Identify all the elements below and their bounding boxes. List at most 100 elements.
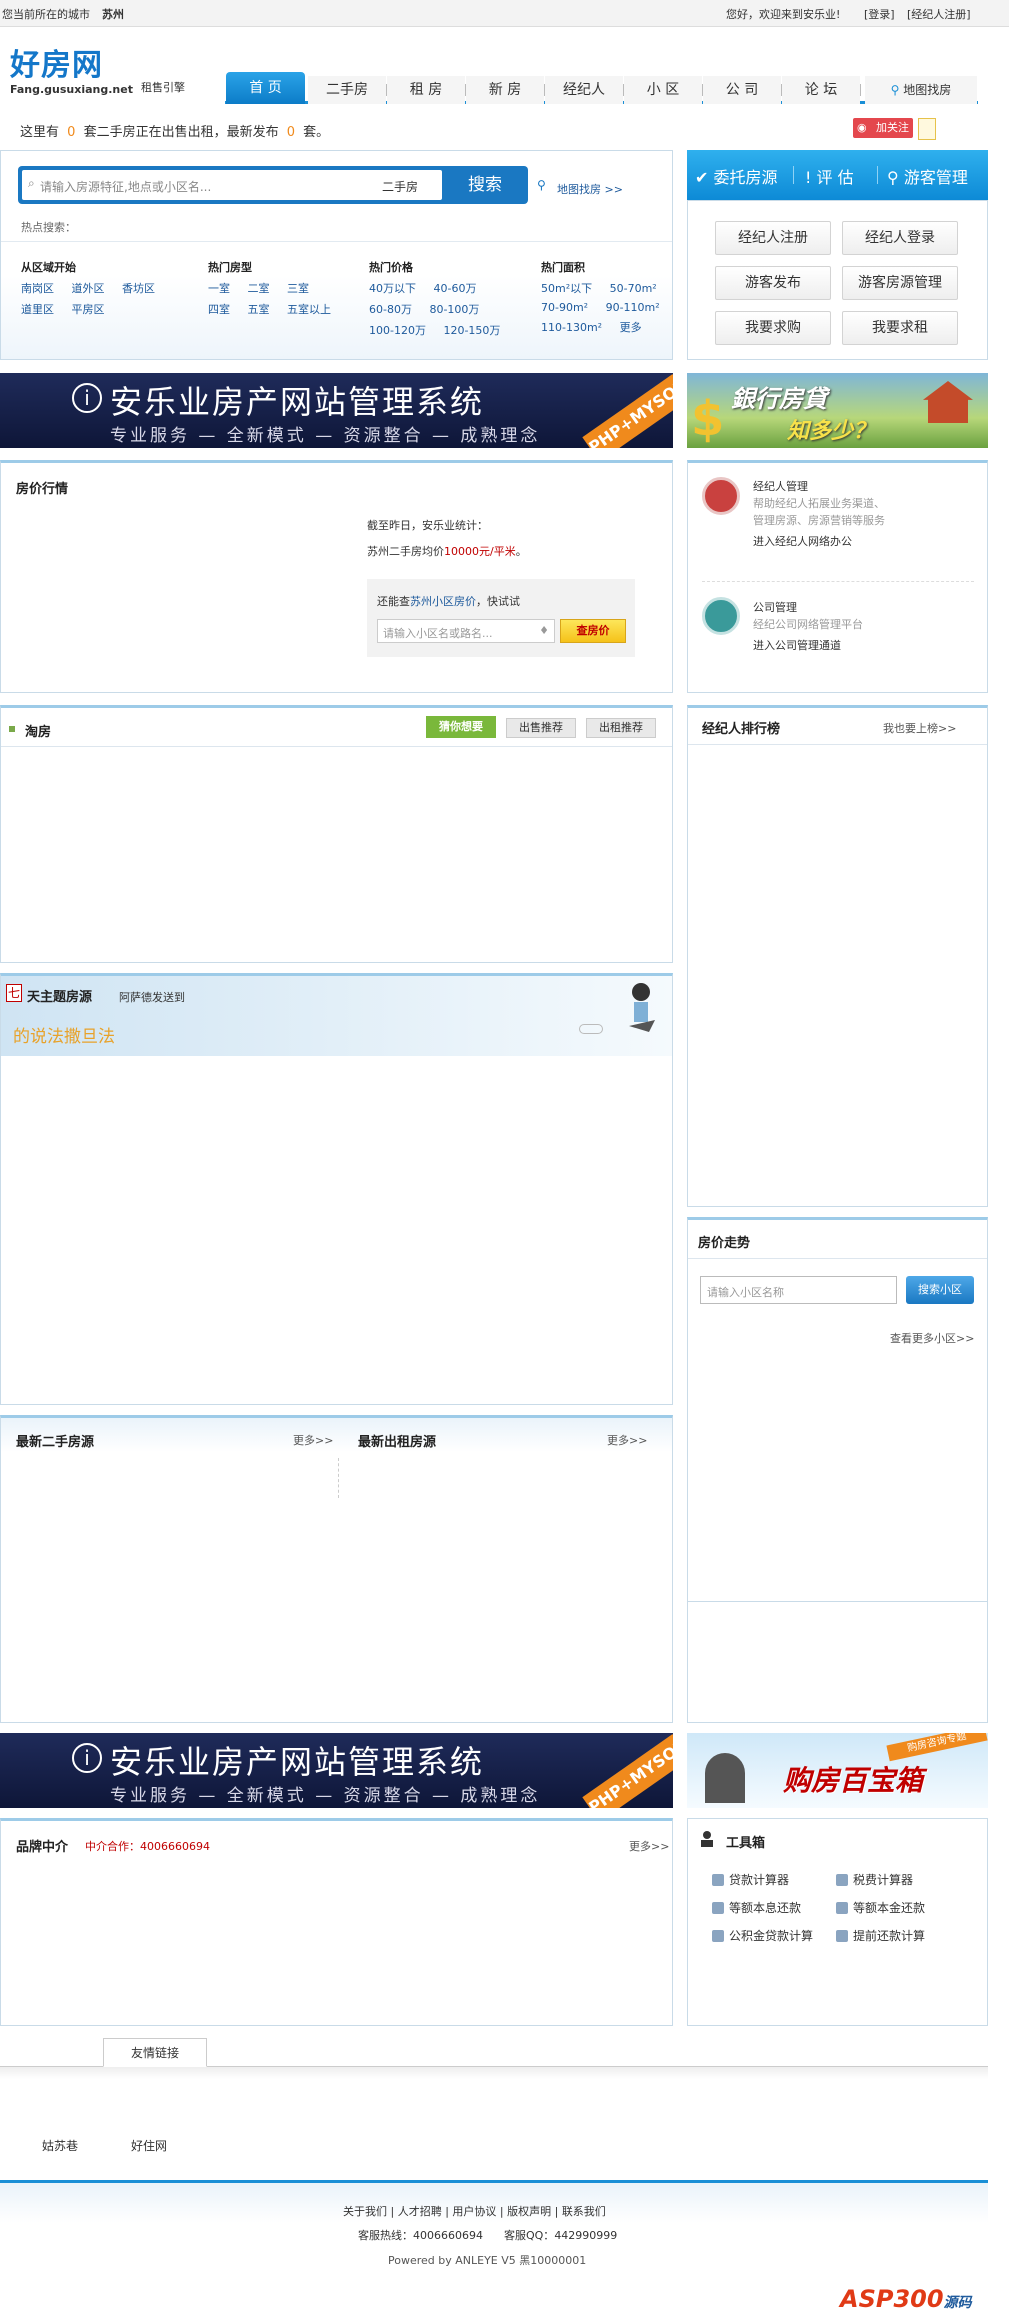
tab-rent-recommend[interactable]: 出租推荐	[586, 718, 656, 738]
filter-link[interactable]: 一室	[208, 282, 230, 295]
filter-link[interactable]: 80-100万	[429, 303, 479, 316]
map-pin-icon: ⚲	[890, 83, 900, 97]
agent-register-link[interactable]: [经纪人注册]	[907, 6, 971, 22]
guest-post-button[interactable]: 游客发布	[715, 266, 831, 300]
link-haozhu[interactable]: 好住网	[131, 2137, 167, 2154]
brand-more-link[interactable]: 更多>>	[629, 1838, 669, 1854]
guest-listing-manage-button[interactable]: 游客房源管理	[842, 266, 958, 300]
friendly-links-tab[interactable]: 友情链接	[103, 2038, 207, 2067]
company-manage-link[interactable]: 进入公司管理通道	[753, 637, 841, 653]
filter-link[interactable]: 100-120万	[369, 324, 426, 337]
welcome-text: 您好，欢迎来到安乐业!	[726, 8, 841, 21]
latest-sale-more[interactable]: 更多>>	[293, 1432, 333, 1448]
filter-link[interactable]: 60-80万	[369, 303, 412, 316]
query-city-link[interactable]: 苏州小区房价	[410, 595, 476, 608]
site-logo[interactable]: 好房网 Fang.gusuxiang.net	[10, 48, 134, 102]
tool-provident-fund[interactable]: 公积金贷款计算	[712, 1927, 813, 1944]
tool-tax-calculator[interactable]: 税费计算器	[836, 1871, 913, 1888]
filter-link[interactable]: 二室	[247, 282, 269, 295]
search-input[interactable]: ⌕ 请输入房源特征,地点或小区名... 二手房	[22, 170, 442, 200]
info-icon: i	[72, 383, 102, 413]
search-button[interactable]: 搜索	[446, 170, 524, 200]
more-communities-link[interactable]: 查看更多小区>>	[890, 1330, 974, 1346]
tool-prepayment[interactable]: 提前还款计算	[836, 1927, 925, 1944]
nav-rent[interactable]: 租 房	[387, 76, 465, 104]
nav-agent[interactable]: 经纪人	[545, 76, 623, 104]
want-buy-button[interactable]: 我要求购	[715, 311, 831, 345]
nav-map-search[interactable]: ⚲ 地图找房	[865, 76, 977, 104]
footer-agreement[interactable]: 用户协议	[452, 2205, 496, 2218]
filter-link[interactable]: 40万以下	[369, 282, 416, 295]
logo-main: 好房网	[10, 48, 103, 83]
filter-link[interactable]: 道外区	[71, 282, 104, 295]
tool-equal-installment[interactable]: 等额本息还款	[712, 1899, 801, 1916]
agent-office-link[interactable]: 进入经纪人网络办公	[753, 533, 852, 549]
community-price-input[interactable]: 请输入小区名或路名... ♦	[377, 619, 555, 643]
banner-title-2: 安乐业房产网站管理系统	[110, 1743, 485, 1781]
filter-link[interactable]: 50-70m²	[610, 282, 657, 295]
loan-ad[interactable]: $ 銀行房貸 知多少？	[687, 373, 988, 448]
filter-link[interactable]: 香坊区	[122, 282, 155, 295]
tool-loan-calculator[interactable]: 贷款计算器	[712, 1871, 789, 1888]
side-button-panel: 经纪人注册 经纪人登录 游客发布 游客房源管理 我要求购 我要求租	[687, 200, 988, 360]
trend-community-input[interactable]: 请输入小区名称	[700, 1276, 897, 1304]
filter-link[interactable]: 50m²以下	[541, 282, 592, 295]
filter-link[interactable]: 40-60万	[433, 282, 476, 295]
tab-evaluate[interactable]: ! 评 估	[805, 164, 854, 188]
banner-tag: PHP+MYSQL	[582, 374, 673, 448]
nav-forum[interactable]: 论 坛	[782, 76, 860, 104]
filter-link[interactable]: 四室	[208, 303, 230, 316]
footer-jobs[interactable]: 人才招聘	[398, 2205, 442, 2218]
tool-label: 等额本息还款	[729, 1901, 802, 1915]
search-type-select[interactable]: 二手房	[382, 178, 418, 195]
latest-rent-more[interactable]: 更多>>	[607, 1432, 647, 1448]
dollar-icon: $	[691, 391, 725, 447]
footer-contact[interactable]: 联系我们	[562, 2205, 606, 2218]
filter-link[interactable]: 三室	[287, 282, 309, 295]
filter-link[interactable]: 更多	[620, 321, 642, 334]
price-query-text: 还能查苏州小区房价，快试试	[377, 593, 520, 609]
agent-login-button[interactable]: 经纪人登录	[842, 221, 958, 255]
current-city[interactable]: 苏州	[102, 6, 124, 22]
search-community-button[interactable]: 搜索小区	[906, 1276, 974, 1304]
nav-new-house[interactable]: 新 房	[466, 76, 544, 104]
ranking-join-link[interactable]: 我也要上榜>>	[883, 720, 956, 736]
banner-subtitle-2: 专业服务 — 全新模式 — 资源整合 — 成熟理念	[110, 1786, 541, 1806]
filter-link[interactable]: 五室	[247, 303, 269, 316]
check-price-button[interactable]: 查房价	[560, 619, 626, 643]
filter-area-title: 从区域开始	[21, 261, 76, 274]
tab-guest-manage-label: 游客管理	[903, 168, 968, 187]
follow-button[interactable]: ◉ 加关注	[853, 118, 913, 138]
filter-link[interactable]: 五室以上	[287, 303, 331, 316]
tab-sale-recommend[interactable]: 出售推荐	[506, 718, 576, 738]
logo-domain: Fang.gusuxiang.net	[10, 83, 133, 96]
filter-room: 热门房型 一室 二室 三室 四室 五室 五室以上	[208, 259, 331, 317]
footer-copyright[interactable]: 版权声明	[507, 2205, 551, 2218]
map-search-link[interactable]: 地图找房 >>	[557, 181, 623, 197]
tab-guess-you-want[interactable]: 猜你想要	[426, 716, 496, 738]
filter-link[interactable]: 70-90m²	[541, 301, 588, 314]
nav-company[interactable]: 公 司	[703, 76, 781, 104]
house-buying-ad[interactable]: 购房咨询专题 购房百宝箱	[687, 1733, 988, 1808]
agent-register-button[interactable]: 经纪人注册	[715, 221, 831, 255]
login-link[interactable]: [登录]	[864, 6, 895, 22]
tab-guest-manage[interactable]: ⚲ 游客管理	[887, 164, 968, 188]
filter-link[interactable]: 平房区	[71, 303, 104, 316]
nav-home[interactable]: 首 页	[226, 72, 305, 104]
filter-link[interactable]: 120-150万	[443, 324, 500, 337]
filter-link[interactable]: 道里区	[21, 303, 54, 316]
stats-line: 这里有 0 套二手房正在出售出租，最新发布 0 套。	[20, 121, 329, 140]
nav-community[interactable]: 小 区	[624, 76, 702, 104]
nav-second-hand[interactable]: 二手房	[308, 76, 386, 104]
community-price-placeholder: 请输入小区名或路名...	[383, 627, 493, 640]
filter-link[interactable]: 南岗区	[21, 282, 54, 295]
footer-about[interactable]: 关于我们	[343, 2205, 387, 2218]
tab-entrust[interactable]: ✔ 委托房源	[695, 164, 778, 188]
banner-ad-top[interactable]: i 安乐业房产网站管理系统 专业服务 — 全新模式 — 资源整合 — 成熟理念 …	[0, 373, 673, 448]
filter-link[interactable]: 110-130m²	[541, 321, 602, 334]
tool-equal-principal[interactable]: 等额本金还款	[836, 1899, 925, 1916]
banner-ad-bottom[interactable]: i 安乐业房产网站管理系统 专业服务 — 全新模式 — 资源整合 — 成熟理念 …	[0, 1733, 673, 1808]
want-rent-button[interactable]: 我要求租	[842, 311, 958, 345]
link-gusuxiang[interactable]: 姑苏巷	[42, 2137, 78, 2154]
filter-link[interactable]: 90-110m²	[606, 301, 660, 314]
